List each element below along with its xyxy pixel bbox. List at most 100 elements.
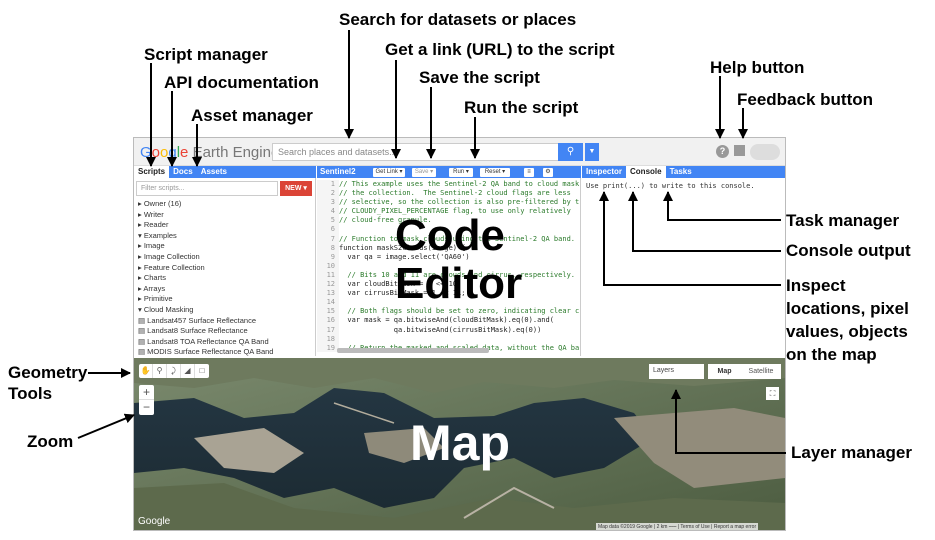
save-label: Save [414, 169, 429, 175]
script-tree-item[interactable]: ▸ Reader [138, 220, 314, 231]
annotation-help-button: Help button [710, 58, 805, 77]
script-tree-item[interactable]: ▤ Landsat8 TOA Reflectance QA Band [138, 337, 314, 348]
save-button[interactable]: Save ▾ [412, 168, 436, 177]
annotation-api-docs: API documentation [164, 73, 319, 92]
line-number: 6 [317, 225, 339, 235]
line-number: 10 [317, 261, 339, 271]
top-bar: Google Earth Engine Search places and da… [134, 138, 785, 166]
new-script-button[interactable]: NEW ▾ [280, 181, 312, 196]
line-number: 8 [317, 243, 339, 253]
tab-tasks[interactable]: Tasks [666, 166, 696, 178]
polygon-icon[interactable]: ◢ [181, 364, 195, 378]
annotation-inspect-line3: values, objects [786, 322, 908, 341]
annotation-console-output: Console output [786, 241, 911, 260]
screenshot-stage: Google Earth Engine Search places and da… [0, 0, 935, 540]
script-tree-item[interactable]: ▸ Writer [138, 210, 314, 221]
script-tree-item[interactable]: ▸ Primitive [138, 294, 314, 305]
script-tree-item[interactable]: ▤ Landsat8 Surface Reflectance [138, 326, 314, 337]
help-button[interactable]: ? [716, 145, 729, 158]
code-line: 17 qa.bitwiseAnd(cirrusBitMask).eq(0)) [317, 325, 581, 335]
annotation-zoom: Zoom [27, 432, 74, 451]
search-options-button[interactable]: ▼ [585, 143, 599, 161]
script-tree-item[interactable]: ▤ Landsat457 Surface Reflectance [138, 316, 314, 327]
line-number: 9 [317, 252, 339, 262]
hand-icon[interactable]: ✋ [139, 364, 153, 378]
code-line: 18 [317, 334, 581, 344]
tab-inspector[interactable]: Inspector [582, 166, 626, 178]
line-number: 15 [317, 307, 339, 317]
tab-docs[interactable]: Docs [169, 166, 197, 178]
annotation-inspect-line1: Inspect [786, 276, 846, 295]
script-tree-item[interactable]: ▸ Image Collection [138, 252, 314, 263]
run-label: Run [453, 169, 465, 175]
settings-list-button[interactable]: ≡ [524, 168, 534, 177]
annotation-save-script: Save the script [419, 68, 540, 87]
annotation-asset-manager: Asset manager [191, 106, 313, 125]
annotation-script-manager: Script manager [144, 45, 268, 64]
right-tabbar: Inspector Console Tasks [582, 166, 785, 178]
annotation-task-manager: Task manager [786, 211, 900, 230]
fullscreen-button[interactable]: ⛶ [766, 387, 779, 400]
script-tree-item[interactable]: ▤ MODIS Surface Reflectance QA Band [138, 347, 314, 358]
google-logo: Google [138, 516, 171, 527]
app-logo[interactable]: Google Earth Engine [140, 144, 279, 161]
code-line: 16 var mask = qa.bitwiseAnd(cloudBitMask… [317, 316, 581, 326]
earth-engine-window: Google Earth Engine Search places and da… [133, 137, 786, 531]
console-output: Use print(...) to write to this console. [586, 182, 755, 190]
code-line: 3// selective, so the collection is also… [317, 198, 581, 208]
line-number: 14 [317, 298, 339, 308]
reset-button[interactable]: Reset ▾ [480, 168, 510, 177]
chevron-down-icon: ▼ [588, 148, 596, 155]
script-tree-item[interactable]: ▸ Arrays [138, 284, 314, 295]
search-button[interactable]: ⚲ [558, 143, 583, 161]
arrow-zoom [77, 413, 135, 439]
zoom-out-button[interactable]: − [139, 400, 154, 415]
feedback-button[interactable] [734, 145, 745, 156]
tab-console[interactable]: Console [626, 166, 666, 178]
run-button[interactable]: Run ▾ [449, 168, 473, 177]
geometry-tools: ✋ ⚲ ⤸ ◢ □ [139, 364, 209, 378]
annotation-geometry-line2: Tools [8, 384, 53, 403]
marker-icon[interactable]: ⚲ [153, 364, 167, 378]
script-tree-item[interactable]: ▸ Image [138, 241, 314, 252]
script-tree-item[interactable]: ▸ Charts [138, 273, 314, 284]
editor-toolbar: Sentinel2 Get Link ▾ Save ▾ Run ▾ Reset … [317, 166, 581, 178]
new-label: NEW [285, 185, 302, 192]
fullscreen-icon: ⛶ [769, 389, 776, 398]
line-number: 4 [317, 207, 339, 217]
user-account-button[interactable] [750, 144, 780, 160]
reset-label: Reset [484, 169, 501, 175]
tab-assets[interactable]: Assets [197, 166, 231, 178]
map-type-button[interactable]: Map [708, 364, 741, 379]
script-tree-item[interactable]: ▸ Feature Collection [138, 263, 314, 274]
script-manager-panel: Scripts Docs Assets Filter scripts... NE… [134, 166, 316, 369]
line-number: 1 [317, 180, 339, 190]
line-number: 11 [317, 270, 339, 281]
script-tree-item[interactable]: ▸ Owner (16) [138, 199, 314, 210]
line-code: var mask = qa.bitwiseAnd(cloudBitMask).e… [339, 316, 554, 325]
rectangle-icon[interactable]: □ [195, 364, 209, 378]
settings-button[interactable]: ⚙ [543, 168, 553, 177]
line-number: 19 [317, 343, 339, 352]
zoom-control: + − [139, 385, 154, 415]
line-number: 12 [317, 280, 339, 290]
get-link-button[interactable]: Get Link ▾ [373, 168, 405, 177]
filter-scripts-input[interactable]: Filter scripts... [136, 181, 278, 196]
search-input[interactable]: Search places and datasets... [272, 143, 559, 161]
code-line: 2// the collection. The Sentinel-2 cloud… [317, 189, 581, 199]
satellite-type-button[interactable]: Satellite [741, 364, 781, 379]
map-attribution[interactable]: Map data ©2019 Google | 2 km ⎯⎯⎯ | Terms… [596, 523, 759, 530]
script-tree-item[interactable]: ▾ Examples [138, 231, 314, 242]
tab-scripts[interactable]: Scripts [134, 166, 170, 178]
annotation-layer-manager: Layer manager [791, 443, 912, 462]
script-tree-item[interactable]: ▾ Cloud Masking [138, 305, 314, 316]
line-number: 13 [317, 289, 339, 299]
editor-scrollbar[interactable] [337, 348, 489, 353]
get-link-label: Get Link [375, 169, 398, 175]
layers-dropdown[interactable]: Layers [649, 364, 704, 379]
line-number: 18 [317, 334, 339, 344]
annotation-search-datasets: Search for datasets or places [339, 10, 577, 29]
gear-icon: ⚙ [545, 169, 551, 175]
zoom-in-button[interactable]: + [139, 385, 154, 400]
line-icon[interactable]: ⤸ [167, 364, 181, 378]
